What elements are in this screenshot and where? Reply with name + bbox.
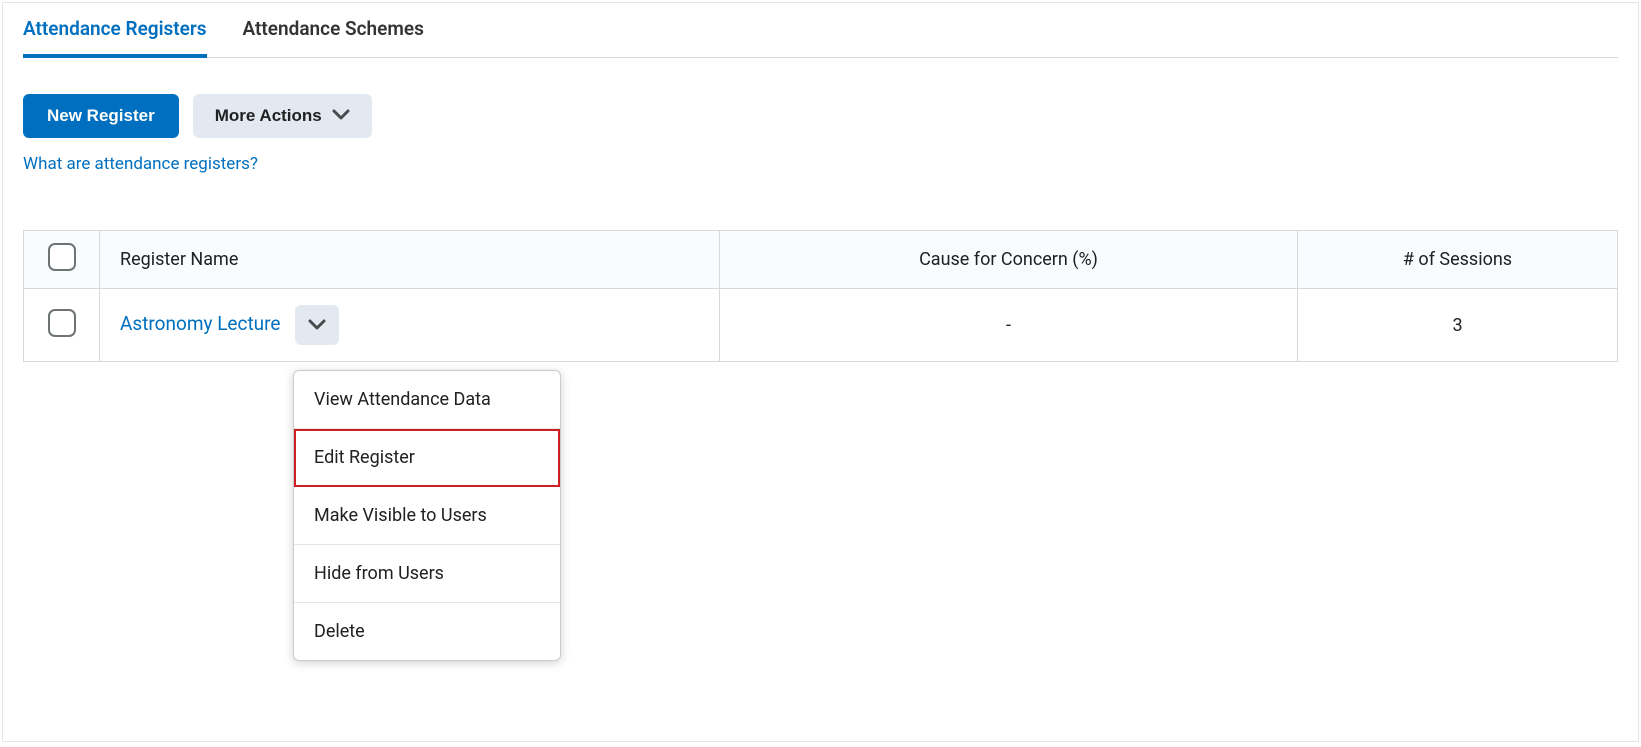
more-actions-label: More Actions [215,106,322,126]
chevron-down-icon [308,315,326,336]
dropdown-item-edit-register[interactable]: Edit Register [294,429,560,487]
row-checkbox[interactable] [48,309,76,337]
dropdown-item-delete[interactable]: Delete [294,603,560,660]
row-name-cell: Astronomy Lecture [100,289,720,362]
table-wrap: Register Name Cause for Concern (%) # of… [23,230,1618,362]
page-container: Attendance Registers Attendance Schemes … [2,2,1639,742]
dropdown-item-view-attendance-data[interactable]: View Attendance Data [294,371,560,429]
tab-attendance-registers[interactable]: Attendance Registers [23,17,207,58]
tab-attendance-schemes[interactable]: Attendance Schemes [243,17,424,58]
chevron-down-icon [332,106,350,126]
table-row: Astronomy Lecture - 3 [24,289,1618,362]
row-concern-cell: - [720,289,1298,362]
row-sessions-cell: 3 [1298,289,1618,362]
more-actions-button[interactable]: More Actions [193,94,372,138]
header-select-all [24,231,100,289]
header-cause-for-concern: Cause for Concern (%) [720,231,1298,289]
header-sessions: # of Sessions [1298,231,1618,289]
dropdown-item-hide-from-users[interactable]: Hide from Users [294,545,560,603]
dropdown-item-make-visible[interactable]: Make Visible to Users [294,487,560,545]
new-register-button[interactable]: New Register [23,94,179,138]
header-register-name: Register Name [100,231,720,289]
row-actions-dropdown: View Attendance Data Edit Register Make … [293,370,561,661]
table-header-row: Register Name Cause for Concern (%) # of… [24,231,1618,289]
row-actions-toggle[interactable] [295,305,339,345]
row-select-cell [24,289,100,362]
help-link[interactable]: What are attendance registers? [23,154,258,174]
tab-bar: Attendance Registers Attendance Schemes [23,3,1618,58]
toolbar: New Register More Actions [23,58,1618,154]
register-link[interactable]: Astronomy Lecture [120,312,280,335]
select-all-checkbox[interactable] [48,243,76,271]
registers-table: Register Name Cause for Concern (%) # of… [23,230,1618,362]
